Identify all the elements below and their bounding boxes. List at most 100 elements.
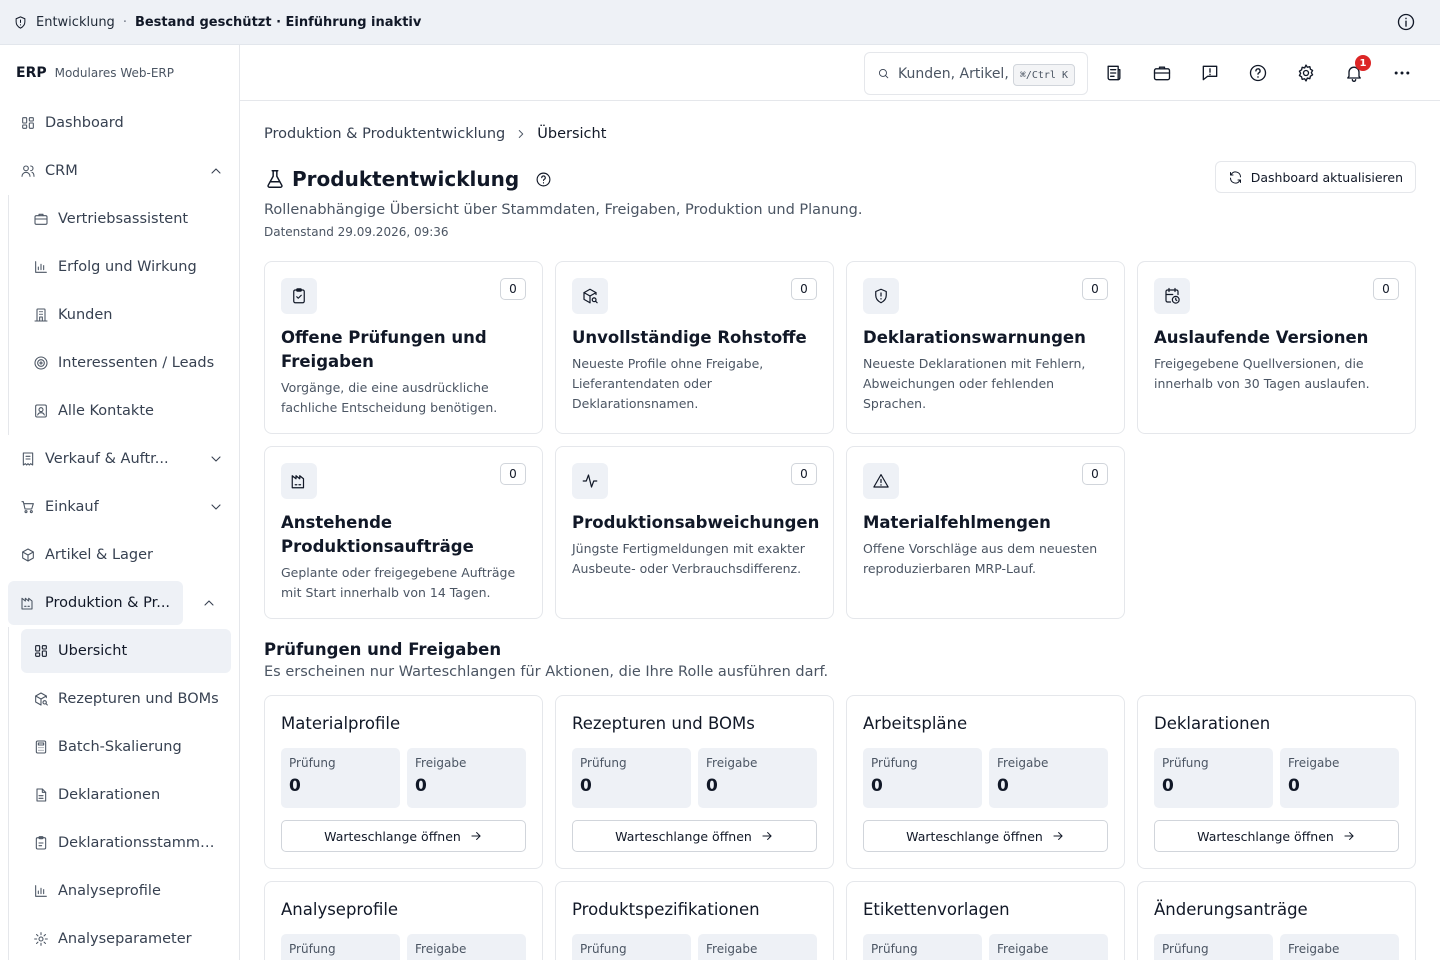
stat-label: Prüfung	[580, 756, 627, 770]
help-button[interactable]	[1246, 61, 1270, 85]
news-button[interactable]	[1102, 61, 1126, 85]
open-queue-button[interactable]: Warteschlange öffnen	[281, 820, 526, 852]
sidebar-item-interessenten-leads[interactable]: Interessenten / Leads	[21, 341, 231, 385]
help-icon[interactable]	[535, 171, 552, 188]
release-stat: Freigabe 0	[1280, 748, 1399, 808]
sidebar-item-label: Analyseprofile	[58, 883, 161, 899]
package-icon	[22, 548, 34, 562]
notifications-button[interactable]: 1	[1342, 55, 1371, 85]
factory-icon	[291, 475, 305, 489]
review-stat: Prüfung	[863, 934, 982, 960]
sidebar-item-erfolg-und-wirkung[interactable]: Erfolg und Wirkung	[21, 245, 231, 289]
release-stat: Freigabe 0	[698, 748, 817, 808]
sidebar-item-kunden[interactable]: Kunden	[21, 293, 231, 337]
stat-label: Freigabe	[997, 942, 1049, 956]
kpi-card-auslaufende-versionen[interactable]: 0 Auslaufende Versionen Freigegebene Que…	[1137, 261, 1416, 434]
sidebar-item-rezepturen[interactable]: Rezepturen und BOMs	[21, 677, 231, 721]
kpi-title: Auslaufende Versionen	[1154, 328, 1369, 347]
settings-button[interactable]	[1294, 61, 1318, 85]
global-search[interactable]: ⌘/Ctrl K	[864, 52, 1088, 95]
chevron-up-icon[interactable]	[208, 163, 224, 179]
release-stat: Freigabe 0	[407, 748, 526, 808]
stat-label: Prüfung	[1162, 942, 1209, 956]
review-stat: Prüfung 0	[1154, 748, 1273, 808]
sidebar-item-artikel-lager[interactable]: Artikel & Lager	[8, 533, 232, 577]
kpi-card-offene-pruefungen[interactable]: 0 Offene Prüfungen und Freigaben Vorgäng…	[264, 261, 543, 434]
release-stat: Freigabe	[698, 934, 817, 960]
chevron-up-icon[interactable]	[201, 595, 217, 611]
package-search-icon	[35, 692, 48, 706]
newspaper-icon	[1107, 65, 1121, 81]
stat-value: 0	[289, 776, 301, 796]
kpi-icon-box	[863, 278, 899, 314]
info-icon[interactable]	[1396, 12, 1416, 32]
briefcase-icon	[1153, 66, 1171, 81]
page-description: Rollenabhängige Übersicht über Stammdate…	[264, 202, 863, 218]
sidebar-item-label: Batch-Skalierung	[58, 739, 182, 755]
chevron-down-icon[interactable]	[208, 451, 224, 467]
dashboard-icon	[35, 645, 47, 657]
sidebar-item-deklarationsstammdaten[interactable]: Deklarationsstammdaten	[21, 821, 231, 865]
kpi-card-unvollstaendige-rohstoffe[interactable]: 0 Unvollständige Rohstoffe Neueste Profi…	[555, 261, 834, 434]
more-button[interactable]	[1390, 61, 1414, 85]
sidebar-item-verkauf[interactable]: Verkauf & Auftr...	[8, 437, 232, 481]
open-queue-button[interactable]: Warteschlange öffnen	[572, 820, 817, 852]
brand[interactable]: ERP Modulares Web-ERP	[16, 65, 174, 81]
warning-triangle-icon	[873, 474, 889, 488]
workspace-button[interactable]	[1150, 61, 1174, 85]
kpi-description: Neueste Profile ohne Freigabe, Lieferant…	[572, 356, 764, 411]
stat-label: Prüfung	[1162, 756, 1209, 770]
kpi-card-anstehende-produktionsauftraege[interactable]: 0 Anstehende Produktionsaufträge Geplant…	[264, 446, 543, 619]
queue-card-arbeitsplaene: Arbeitspläne Prüfung 0 Freigabe 0 Wartesch…	[846, 695, 1125, 869]
queue-title: Materialprofile	[281, 714, 401, 733]
open-queue-button[interactable]: Warteschlange öffnen	[863, 820, 1108, 852]
queue-title: Analyseprofile	[281, 900, 399, 919]
sidebar-item-einkauf[interactable]: Einkauf	[8, 485, 232, 529]
queue-title: Arbeitspläne	[863, 714, 968, 733]
sidebar-item-alle-kontakte[interactable]: Alle Kontakte	[21, 389, 231, 433]
feedback-button[interactable]	[1198, 61, 1222, 85]
environment-separator: ·	[122, 14, 127, 30]
sidebar-item-analyseprofile[interactable]: Analyseprofile	[21, 869, 231, 913]
crm-tree-line	[8, 195, 9, 435]
kpi-count: 0	[791, 278, 817, 300]
sidebar-item-deklarationen[interactable]: Deklarationen	[21, 773, 231, 817]
chevron-down-icon[interactable]	[208, 499, 224, 515]
release-stat: Freigabe	[989, 934, 1108, 960]
search-icon	[879, 69, 889, 79]
stat-label: Freigabe	[1288, 756, 1340, 770]
search-input[interactable]	[898, 65, 1010, 82]
queue-title: Änderungsanträge	[1154, 900, 1308, 919]
sidebar-item-dashboard[interactable]: Dashboard	[8, 101, 232, 145]
sidebar-item-batch-skalierung[interactable]: Batch-Skalierung	[21, 725, 231, 769]
kpi-icon-box	[863, 463, 899, 499]
stat-value: 0	[1162, 776, 1174, 796]
sidebar-item-vertriebsassistent[interactable]: Vertriebsassistent	[21, 197, 231, 241]
kpi-title: Offene Prüfungen und Freigaben	[281, 328, 487, 371]
sidebar-item-label: Produktion & Pr...	[45, 595, 171, 611]
kpi-card-materialfehlmengen[interactable]: 0 Materialfehlmengen Offene Vorschläge a…	[846, 446, 1125, 619]
queue-title: Etikettenvorlagen	[863, 900, 1010, 919]
kpi-card-deklarationswarnungen[interactable]: 0 Deklarationswarnungen Neueste Deklarat…	[846, 261, 1125, 434]
stat-label: Freigabe	[706, 942, 758, 956]
kpi-card-produktionsabweichungen[interactable]: 0 Produktionsabweichungen Jüngste Fertig…	[555, 446, 834, 619]
environment-label: Entwicklung	[36, 14, 115, 30]
sidebar-item-label: CRM	[45, 163, 78, 179]
stat-label: Prüfung	[580, 942, 627, 956]
sidebar-item-produktion[interactable]: Produktion & Pr...	[8, 581, 183, 625]
kpi-icon-box	[1154, 278, 1190, 314]
refresh-dashboard-button[interactable]: Dashboard aktualisieren	[1214, 161, 1416, 193]
review-stat: Prüfung 0	[281, 748, 400, 808]
sidebar-item-crm[interactable]: CRM	[8, 149, 232, 193]
kpi-description: Vorgänge, die eine ausdrückliche fachlic…	[281, 380, 498, 415]
breadcrumb-parent[interactable]: Produktion & Produktentwicklung	[264, 126, 505, 142]
sidebar-item-label: Alle Kontakte	[58, 403, 154, 419]
sidebar-item-uebersicht[interactable]: Übersicht	[21, 629, 231, 673]
package-search-icon	[583, 288, 598, 304]
notification-badge: 1	[1355, 55, 1371, 71]
queue-card-etikettenvorlagen: Etikettenvorlagen Prüfung Freigabe	[846, 881, 1125, 960]
open-queue-button[interactable]: Warteschlange öffnen	[1154, 820, 1399, 852]
review-stat: Prüfung 0	[572, 748, 691, 808]
kpi-title: Deklarationswarnungen	[863, 328, 1086, 347]
sidebar-item-analyseparameter[interactable]: Analyseparameter	[21, 917, 231, 960]
